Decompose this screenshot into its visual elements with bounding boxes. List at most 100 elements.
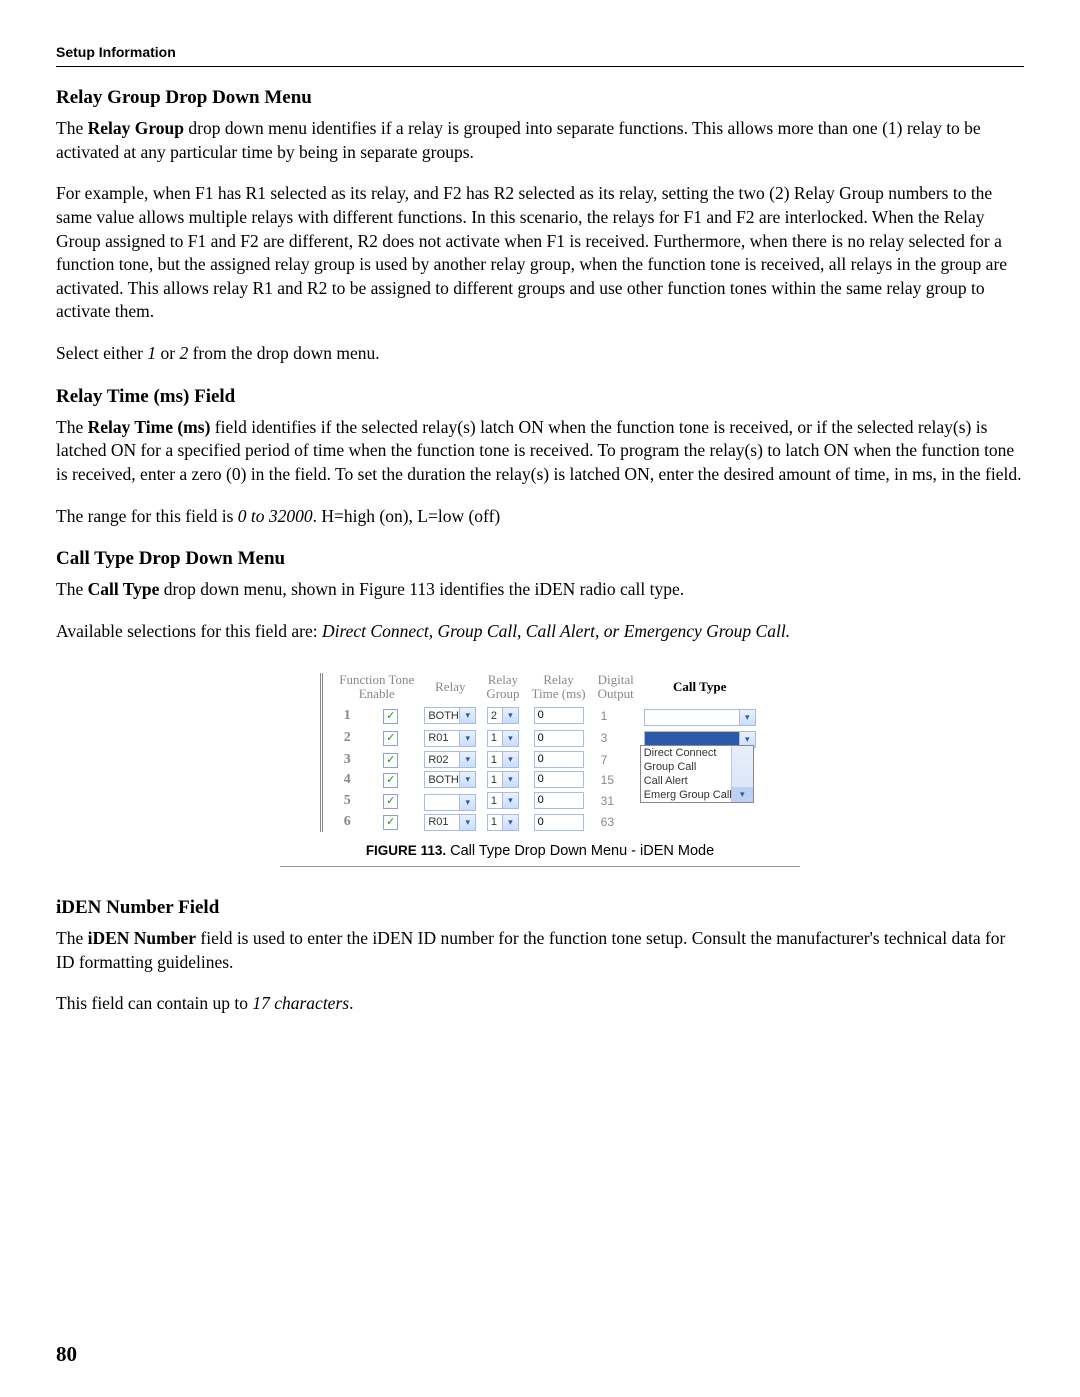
chevron-down-icon: ▾ — [502, 731, 518, 746]
relay-group-select[interactable]: 1▾ — [487, 751, 519, 768]
chevron-down-icon: ▾ — [459, 815, 475, 830]
col-function-tone-enable: Function ToneEnable — [333, 673, 420, 704]
p-iden-1: The iDEN Number field is used to enter t… — [56, 927, 1024, 974]
relay-time-input[interactable]: 0 — [534, 707, 584, 724]
text: or — [156, 343, 179, 363]
heading-call-type: Call Type Drop Down Menu — [56, 548, 1024, 570]
table-row: 6 ✓ R01▾ 1▾ 0 63 — [333, 812, 759, 832]
chevron-down-icon: ▾ — [459, 708, 475, 723]
row-number: 2 — [333, 727, 361, 750]
chevron-down-icon: ▾ — [459, 795, 475, 810]
p-relay-time-1: The Relay Time (ms) field identifies if … — [56, 416, 1024, 487]
enable-checkbox[interactable]: ✓ — [383, 794, 398, 809]
relay-time-input[interactable]: 0 — [534, 730, 584, 747]
col-relay-group: RelayGroup — [480, 673, 525, 704]
digital-output-value: 63 — [599, 815, 633, 829]
p-call-type-2: Available selections for this field are:… — [56, 620, 1024, 644]
enable-checkbox[interactable]: ✓ — [383, 773, 398, 788]
digital-output-value: 3 — [599, 731, 633, 745]
page-header: Setup Information — [56, 44, 1024, 67]
text-italic: 0 to 32000 — [238, 506, 313, 526]
text: drop down menu, shown in Figure 113 iden… — [159, 579, 684, 599]
chevron-down-icon: ▾ — [732, 787, 753, 802]
col-digital-output: DigitalOutput — [592, 673, 640, 704]
relay-group-select[interactable]: 1▾ — [487, 730, 519, 747]
text: . — [349, 993, 353, 1013]
p-relay-group-2: For example, when F1 has R1 selected as … — [56, 182, 1024, 324]
text-italic: Direct Connect, Group Call, Call Alert, … — [322, 621, 790, 641]
relay-time-input[interactable]: 0 — [534, 814, 584, 831]
relay-select[interactable]: BOTH▾ — [424, 707, 476, 724]
relay-select[interactable]: R01▾ — [424, 814, 476, 831]
enable-checkbox[interactable]: ✓ — [383, 815, 398, 830]
relay-time-input[interactable]: 0 — [534, 771, 584, 788]
call-type-select[interactable]: ▾ — [644, 709, 756, 726]
text: Available selections for this field are: — [56, 621, 322, 641]
heading-relay-time: Relay Time (ms) Field — [56, 386, 1024, 408]
chevron-down-icon: ▾ — [459, 731, 475, 746]
heading-relay-group: Relay Group Drop Down Menu — [56, 87, 1024, 109]
col-call-type: Call Type — [640, 673, 760, 704]
figure-table: Function ToneEnable Relay RelayGroup Rel… — [320, 673, 759, 832]
call-type-dropdown-list[interactable]: Direct ConnectGroup CallCall AlertEmerg … — [640, 745, 754, 803]
relay-select[interactable]: R02▾ — [424, 751, 476, 768]
table-row: 1✓BOTH▾2▾01▾ — [333, 705, 759, 728]
table-row: 2✓R01▾1▾03▾Direct ConnectGroup CallCall … — [333, 727, 759, 750]
text-italic: 2 — [179, 343, 188, 363]
p-call-type-1: The Call Type drop down menu, shown in F… — [56, 578, 1024, 602]
figure-113: Function ToneEnable Relay RelayGroup Rel… — [56, 673, 1024, 832]
text-italic: 1 — [147, 343, 156, 363]
relay-group-select[interactable]: 1▾ — [487, 771, 519, 788]
text: The — [56, 928, 88, 948]
text-italic: 17 characters — [252, 993, 349, 1013]
row-number: 4 — [333, 770, 361, 790]
row-number: 5 — [333, 790, 361, 813]
col-relay-time: RelayTime (ms) — [526, 673, 592, 704]
relay-select[interactable]: ▾ — [424, 794, 476, 811]
row-number: 1 — [333, 705, 361, 728]
chevron-down-icon: ▾ — [459, 772, 475, 787]
text-bold: Call Type — [88, 579, 160, 599]
p-iden-2: This field can contain up to 17 characte… — [56, 992, 1024, 1016]
text: The — [56, 417, 88, 437]
digital-output-value: 7 — [599, 753, 633, 767]
text: field is used to enter the iDEN ID numbe… — [56, 928, 1005, 972]
p-relay-group-3: Select either 1 or 2 from the drop down … — [56, 342, 1024, 366]
figure-caption-text: Call Type Drop Down Menu - iDEN Mode — [450, 843, 714, 859]
relay-group-select[interactable]: 1▾ — [487, 792, 519, 809]
enable-checkbox[interactable]: ✓ — [383, 753, 398, 768]
text: drop down menu identifies if a relay is … — [56, 118, 981, 162]
relay-time-input[interactable]: 0 — [534, 751, 584, 768]
relay-select[interactable]: BOTH▾ — [424, 771, 476, 788]
chevron-down-icon: ▾ — [502, 815, 518, 830]
row-number: 3 — [333, 750, 361, 770]
figure-label: FIGURE 113. — [366, 843, 446, 858]
text-bold: iDEN Number — [88, 928, 196, 948]
digital-output-value: 31 — [599, 794, 633, 808]
p-relay-group-1: The Relay Group drop down menu identifie… — [56, 117, 1024, 164]
row-number: 6 — [333, 812, 361, 832]
relay-group-select[interactable]: 2▾ — [487, 707, 519, 724]
figure-caption: FIGURE 113. Call Type Drop Down Menu - i… — [280, 842, 800, 867]
relay-group-select[interactable]: 1▾ — [487, 814, 519, 831]
digital-output-value: 15 — [599, 773, 633, 787]
heading-iden-number: iDEN Number Field — [56, 897, 1024, 919]
chevron-down-icon: ▾ — [739, 710, 755, 725]
scrollbar[interactable]: ▾ — [731, 746, 753, 802]
enable-checkbox[interactable]: ✓ — [383, 731, 398, 746]
text: . H=high (on), L=low (off) — [313, 506, 501, 526]
enable-checkbox[interactable]: ✓ — [383, 709, 398, 724]
text: from the drop down menu. — [188, 343, 380, 363]
text: The — [56, 118, 88, 138]
text-bold: Relay Time (ms) — [88, 417, 211, 437]
text-bold: Relay Group — [88, 118, 184, 138]
text: The — [56, 579, 88, 599]
relay-select[interactable]: R01▾ — [424, 730, 476, 747]
text: Select either — [56, 343, 147, 363]
relay-time-input[interactable]: 0 — [534, 792, 584, 809]
chevron-down-icon: ▾ — [459, 752, 475, 767]
text: The range for this field is — [56, 506, 238, 526]
text: This field can contain up to — [56, 993, 252, 1013]
chevron-down-icon: ▾ — [502, 793, 518, 808]
chevron-down-icon: ▾ — [502, 752, 518, 767]
